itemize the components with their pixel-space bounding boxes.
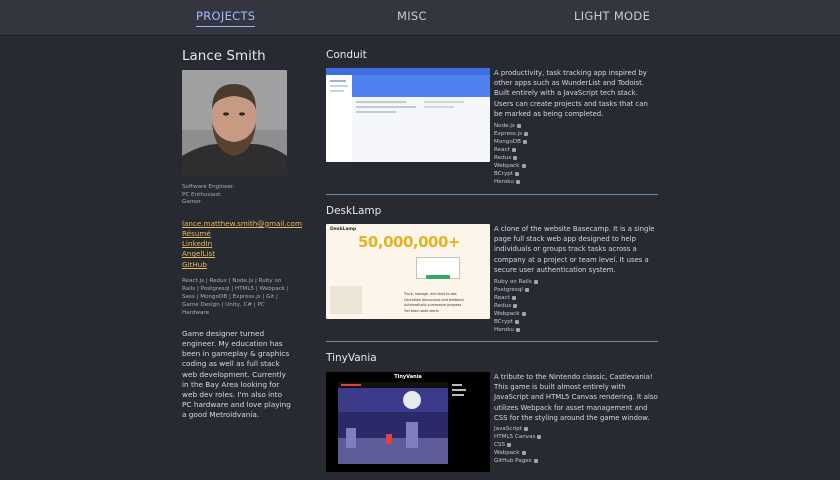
tech-item: Node.js	[494, 122, 528, 130]
nav-misc-label: MISC	[397, 9, 427, 23]
tech-item: BCrypt	[494, 318, 538, 326]
desklamp-bullet: Automatically summarize progress	[404, 303, 462, 308]
tech-item: Ruby on Rails	[494, 278, 538, 286]
bio-text: Game designer turned engineer. My educat…	[182, 328, 291, 420]
desklamp-illustration	[330, 286, 362, 314]
desklamp-bullet: Get team-wide alerts	[404, 308, 439, 313]
tech-stack-tinyvania: JavaScript HTML5 Canvas CSS Webpack GitH…	[494, 425, 541, 465]
email-link[interactable]: lance.matthew.smith@gmail.com	[182, 219, 302, 229]
tech-item: Express.js	[494, 130, 528, 138]
tech-item: React	[494, 294, 538, 302]
angellist-link[interactable]: AngelList	[182, 249, 294, 259]
project-description-conduit: A productivity, task tracking app inspir…	[494, 69, 648, 118]
desklamp-brand: DeskLamp	[330, 227, 357, 232]
nav-active-underline	[196, 26, 256, 27]
tech-item: HTML5 Canvas	[494, 433, 541, 441]
tech-item: Webpack	[494, 162, 528, 170]
tech-item: Heroku	[494, 326, 538, 334]
profile-tag: PC Enthusiast.	[182, 191, 223, 198]
profile-sidebar: Lance Smith Software Engineer. PC Enthus…	[182, 48, 302, 421]
linkedin-link[interactable]: LinkedIn	[182, 239, 294, 249]
project-title-conduit: Conduit	[326, 49, 367, 61]
project-description-desklamp: A clone of the website Basecamp. It is a…	[494, 225, 655, 274]
tech-stack-conduit: Node.js Express.js MongoDB React Redux W…	[494, 122, 528, 186]
tech-item: Webpack	[494, 449, 541, 457]
desklamp-bullets: Track, manage, and start to-dos Centrali…	[404, 292, 464, 314]
tech-item: Redux	[494, 154, 528, 162]
project-divider	[326, 341, 658, 342]
project-divider	[326, 194, 658, 195]
nav-projects-label: PROJECTS	[196, 9, 256, 23]
top-nav: PROJECTS MISC LIGHT MODE	[0, 0, 840, 34]
project-description-tinyvania: A tribute to the Nintendo classic, Castl…	[494, 373, 658, 422]
nav-projects[interactable]: PROJECTS	[196, 9, 256, 27]
skills-list: React.js | Redux | Node.js | Ruby on Rai…	[182, 277, 289, 316]
tech-item: JavaScript	[494, 425, 541, 433]
tech-stack-desklamp: Ruby on Rails Postgresql React Redux Web…	[494, 278, 538, 334]
profile-tag: Software Engineer.	[182, 184, 235, 190]
profile-links: lance.matthew.smith@gmail.com Résumé Lin…	[182, 219, 302, 270]
nav-light-mode[interactable]: LIGHT MODE	[574, 9, 650, 23]
project-title-tinyvania: TinyVania	[326, 352, 377, 364]
tinyvania-game-title: TinyVania	[394, 374, 422, 380]
tech-item: BCrypt	[494, 170, 528, 178]
nav-light-mode-label: LIGHT MODE	[574, 9, 651, 23]
conduit-screenshot[interactable]	[326, 68, 490, 162]
tech-item: Webpack	[494, 310, 538, 318]
tech-item: React	[494, 146, 528, 154]
desklamp-bullet: Track, manage, and start to-dos	[404, 292, 457, 296]
resume-link[interactable]: Résumé	[182, 229, 294, 239]
profile-tags: Software Engineer. PC Enthusiast. Gamer.	[182, 184, 294, 207]
tech-item: CSS	[494, 441, 541, 449]
profile-tag: Gamer.	[182, 199, 203, 206]
tech-item: GitHub Pages	[494, 457, 541, 465]
tech-item: Postgresql	[494, 286, 538, 294]
tech-item: MongoDB	[494, 138, 528, 146]
tech-item: Heroku	[494, 178, 528, 186]
tech-item: Redux	[494, 302, 538, 310]
desklamp-screenshot[interactable]: DeskLamp 50,000,000+ Track, manage, and …	[326, 224, 490, 319]
desklamp-signup-button	[426, 275, 450, 279]
github-link[interactable]: GitHub	[182, 260, 294, 270]
tinyvania-screenshot[interactable]: TinyVania	[326, 372, 490, 472]
desklamp-headline: 50,000,000+	[358, 233, 460, 251]
avatar	[182, 70, 287, 176]
project-title-desklamp: DeskLamp	[326, 205, 382, 217]
profile-name: Lance Smith	[182, 48, 266, 64]
nav-misc[interactable]: MISC	[397, 9, 427, 23]
